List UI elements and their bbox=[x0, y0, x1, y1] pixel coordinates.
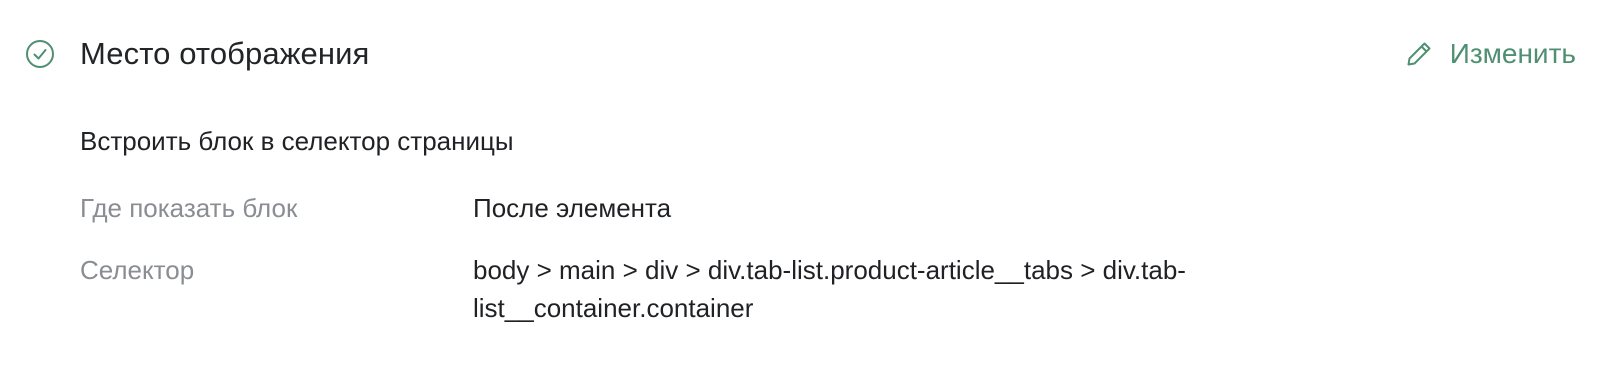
field-label: Где показать блок bbox=[80, 193, 298, 223]
display-location-section: Место отображения Изменить Встроить блок… bbox=[0, 0, 1600, 375]
selector-value: body > main > div > div.tab-list.product… bbox=[473, 255, 1186, 323]
check-circle-icon bbox=[24, 38, 56, 70]
section-title: Место отображения bbox=[80, 36, 370, 71]
edit-button[interactable]: Изменить bbox=[1404, 36, 1576, 72]
field-row-position: Где показать блок После элемента bbox=[80, 192, 1520, 227]
edit-label: Изменить bbox=[1449, 38, 1576, 69]
field-row-selector: Селектор body > main > div > div.tab-lis… bbox=[80, 254, 1520, 327]
field-label: Селектор bbox=[80, 255, 195, 285]
section-header: Место отображения Изменить bbox=[24, 36, 1576, 72]
field-value: После элемента bbox=[473, 193, 672, 223]
pencil-icon bbox=[1404, 39, 1434, 69]
section-subtitle: Встроить блок в селектор страницы bbox=[80, 126, 514, 156]
